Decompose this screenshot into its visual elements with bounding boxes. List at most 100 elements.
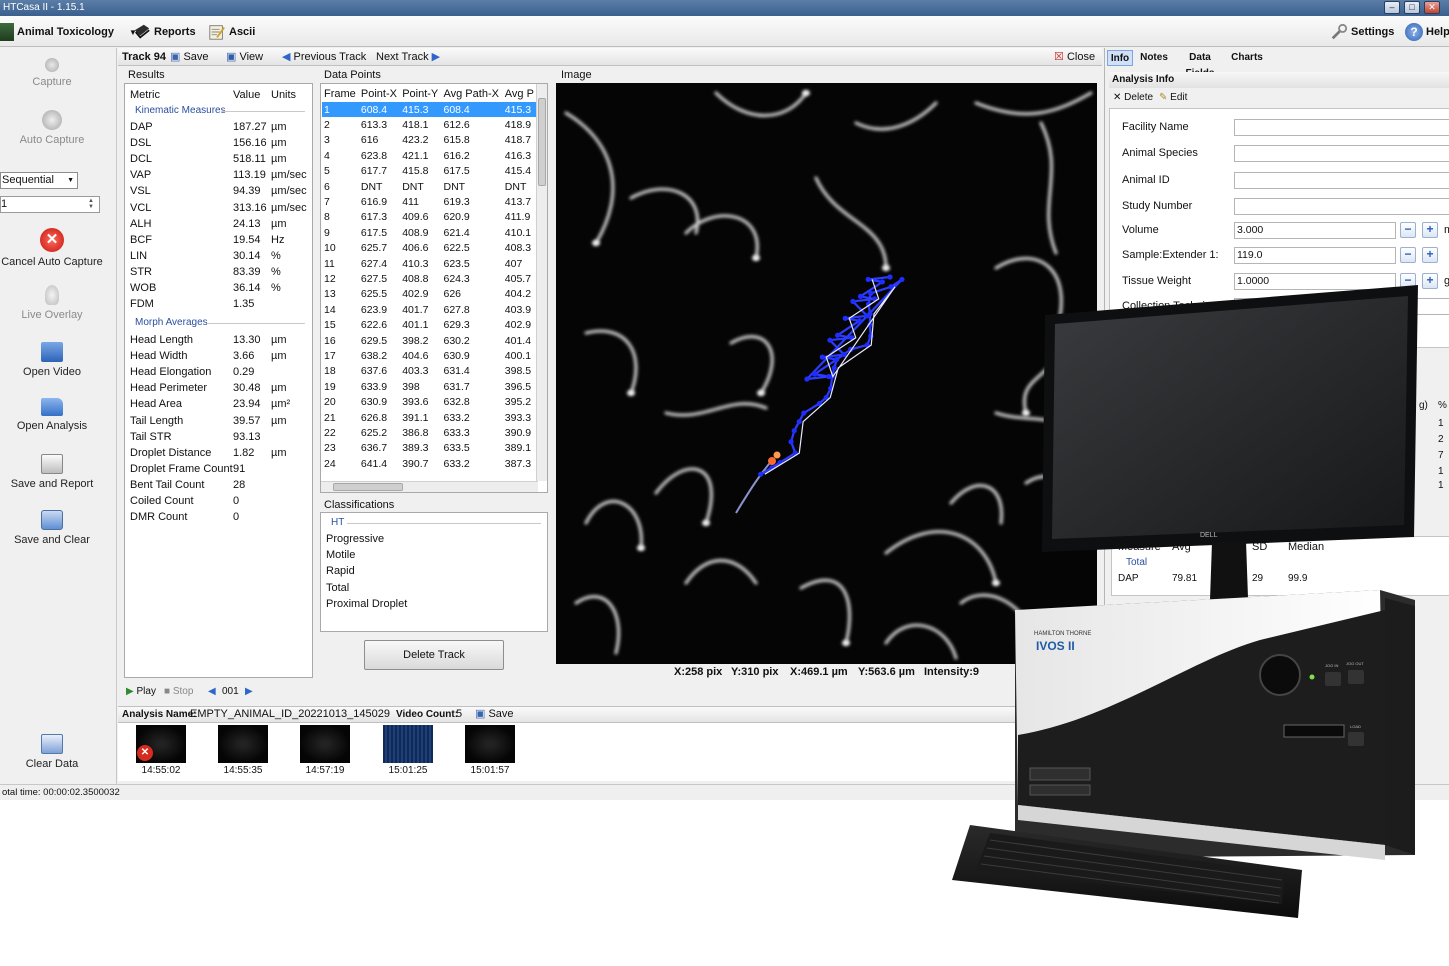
capture-mode-select[interactable]: Sequential ▼	[0, 172, 78, 189]
open-analysis-button[interactable]: Open Analysis	[0, 398, 104, 432]
datapoint-row[interactable]: 24 641.4 390.7 633.2 387.3	[322, 456, 537, 471]
save-and-clear-button[interactable]: Save and Clear	[0, 510, 104, 546]
stepper-plus[interactable]: +	[1422, 247, 1438, 264]
field-input-animal-species[interactable]	[1234, 145, 1449, 163]
next-frame-button[interactable]: ▶	[245, 683, 253, 700]
capture-button[interactable]: Capture	[0, 58, 104, 88]
datapoints-table[interactable]: Frame Point-X Point-Y Avg Path-X Avg P 1 608.…	[320, 83, 548, 493]
stepper-minus[interactable]: −	[1400, 247, 1416, 264]
datapoint-cell: 12	[324, 272, 336, 285]
minimize-button[interactable]: –	[1384, 1, 1400, 14]
ascii-button[interactable]: Ascii	[208, 22, 255, 42]
field-input-volume[interactable]: 3.000	[1234, 222, 1396, 239]
next-track-button[interactable]: Next Track ▶	[376, 50, 440, 64]
video-thumbnail[interactable]	[465, 725, 515, 763]
video-thumbnail[interactable]: ✕	[136, 725, 186, 763]
video-thumbnail[interactable]	[218, 725, 268, 763]
datapoint-cell: 626.8	[360, 411, 388, 424]
track-view-button[interactable]: ▣ View	[226, 50, 263, 64]
stop-button[interactable]: ■ Stop	[164, 683, 193, 700]
close-window-button[interactable]: ✕	[1424, 1, 1440, 14]
analysis-save-button[interactable]: ▣ Save	[475, 707, 514, 722]
kinematic-group-header: Kinematic Measures	[135, 105, 226, 116]
field-input-sample-extender-[interactable]: 119.0	[1234, 247, 1396, 265]
field-input-facility-name[interactable]	[1234, 119, 1449, 136]
datapoints-header-3[interactable]: Avg Path-X	[442, 86, 503, 102]
clear-data-button[interactable]: Clear Data	[0, 734, 104, 770]
reports-button[interactable]: Reports	[133, 22, 196, 42]
previous-track-button[interactable]: ◀ Previous Track	[282, 50, 366, 64]
datapoint-row[interactable]: 19 633.9 398 631.7 396.5	[322, 379, 537, 394]
datapoints-header-2[interactable]: Point-Y	[400, 86, 441, 102]
datapoint-row[interactable]: 3 616 423.2 615.8 418.7	[322, 133, 537, 148]
datapoint-row[interactable]: 5 617.7 415.8 617.5 415.4	[322, 164, 537, 179]
auto-capture-button[interactable]: Auto Capture	[0, 110, 104, 146]
tab-charts[interactable]: Charts	[1229, 50, 1265, 66]
capture-count-stepper[interactable]: 1 ▲ ▼	[0, 196, 100, 213]
thumbnail-time: 14:55:35	[223, 765, 263, 776]
help-button[interactable]: ? Help	[1405, 22, 1449, 42]
field-input-animal-id[interactable]	[1234, 171, 1449, 189]
datapoint-row[interactable]: 18 637.6 403.3 631.4 398.5	[322, 364, 537, 379]
settings-button[interactable]: Settings	[1330, 22, 1394, 42]
datapoint-row[interactable]: 23 636.7 389.3 633.5 389.1	[322, 441, 537, 456]
datapoint-row[interactable]: 13 625.5 402.9 626 404.2	[322, 287, 537, 302]
datapoint-row[interactable]: 1 608.4 415.3 608.4 415.3	[322, 102, 537, 118]
datapoints-horizontal-scrollbar[interactable]	[321, 481, 538, 492]
maximize-button[interactable]: □	[1404, 1, 1420, 14]
datapoint-row[interactable]: 2 613.3 418.1 612.6 418.9	[322, 117, 537, 132]
track-save-button[interactable]: ▣ Save	[170, 50, 209, 64]
datapoint-row[interactable]: 4 623.8 421.1 616.2 416.3	[322, 148, 537, 163]
prev-frame-button[interactable]: ◀	[208, 683, 216, 700]
datapoints-header-4[interactable]: Avg P	[503, 86, 537, 102]
datapoint-row[interactable]: 14 623.9 401.7 627.8 403.9	[322, 302, 537, 317]
datapoint-row[interactable]: 11 627.4 410.3 623.5 407	[322, 256, 537, 271]
play-button[interactable]: ▶ Play	[126, 683, 156, 700]
datapoint-row[interactable]: 10 625.7 406.6 622.5 408.3	[322, 241, 537, 256]
chevron-down-icon: ▼	[67, 177, 74, 184]
delete-track-button[interactable]: Delete Track	[364, 640, 504, 670]
datapoint-row[interactable]: 9 617.5 408.9 621.4 410.1	[322, 225, 537, 240]
datapoint-row[interactable]: 6 DNT DNT DNT DNT	[322, 179, 537, 194]
datapoint-row[interactable]: 12 627.5 408.8 624.3 405.7	[322, 271, 537, 286]
tab-data-fields[interactable]: Data Fields	[1175, 50, 1225, 79]
module-selector[interactable]: Animal Toxicology ▼	[0, 22, 137, 42]
info-edit-button[interactable]: ✎ Edit	[1159, 92, 1187, 103]
hscroll-thumb[interactable]	[333, 483, 403, 491]
datapoints-header-1[interactable]: Point-X	[359, 86, 400, 102]
track-close-button[interactable]: ☒ Close	[1054, 50, 1095, 64]
live-overlay-button[interactable]: Live Overlay	[0, 285, 104, 321]
save-and-report-button[interactable]: Save and Report	[0, 454, 104, 490]
result-units: %	[271, 249, 281, 262]
track-point	[804, 376, 810, 382]
field-input-study-number[interactable]	[1234, 197, 1449, 215]
datapoint-row[interactable]: 21 626.8 391.1 633.2 393.3	[322, 410, 537, 425]
datapoints-vertical-scrollbar[interactable]	[536, 84, 547, 481]
datapoints-header-0[interactable]: Frame	[322, 86, 359, 102]
result-value: 313.16	[233, 201, 267, 214]
datapoint-row[interactable]: 22 625.2 386.8 633.3 390.9	[322, 425, 537, 440]
open-video-button[interactable]: Open Video	[0, 342, 104, 378]
datapoint-row[interactable]: 15 622.6 401.1 629.3 402.9	[322, 317, 537, 332]
datapoint-row[interactable]: 7 616.9 411 619.3 413.7	[322, 194, 537, 209]
tab-notes[interactable]: Notes	[1137, 50, 1171, 66]
track-point	[841, 352, 847, 358]
result-value: 93.13	[233, 430, 261, 443]
datapoint-row[interactable]: 8 617.3 409.6 620.9 411.9	[322, 210, 537, 225]
video-thumbnail[interactable]	[300, 725, 350, 763]
datapoint-row[interactable]: 16 629.5 398.2 630.2 401.4	[322, 333, 537, 348]
tab-info[interactable]: Info	[1107, 50, 1133, 66]
datapoint-row[interactable]: 20 630.9 393.6 632.8 395.2	[322, 394, 537, 409]
result-metric-vcl: VCL	[130, 201, 152, 214]
info-delete-button[interactable]: ✕ Delete	[1113, 92, 1153, 103]
stepper-plus[interactable]: +	[1422, 222, 1438, 238]
video-thumbnail[interactable]	[383, 725, 433, 763]
thumbnail-delete-icon[interactable]: ✕	[137, 745, 153, 761]
stepper-minus[interactable]: −	[1400, 222, 1416, 238]
frame-number[interactable]: 001	[222, 683, 239, 700]
result-value: 0	[233, 495, 240, 507]
stepper-arrows-icon[interactable]: ▲ ▼	[88, 198, 98, 211]
datapoint-row[interactable]: 17 638.2 404.6 630.9 400.1	[322, 348, 537, 363]
scroll-thumb[interactable]	[538, 98, 546, 186]
cancel-auto-capture-button[interactable]: ✕ Cancel Auto Capture	[0, 228, 104, 268]
